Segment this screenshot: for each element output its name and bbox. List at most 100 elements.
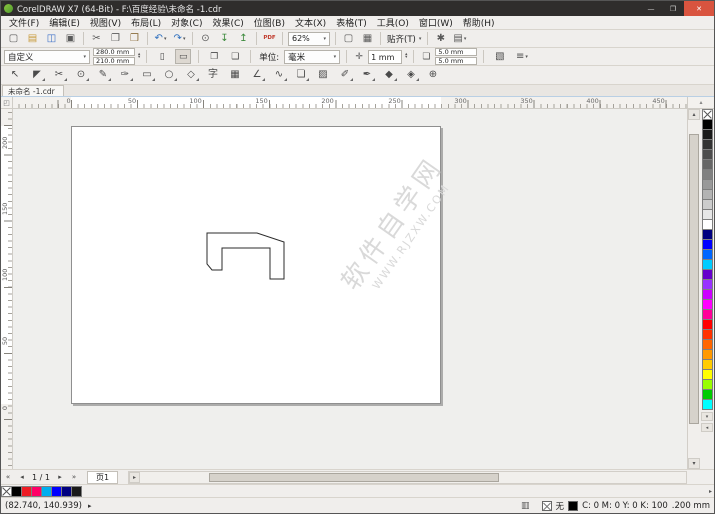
ruler-end-buttons[interactable]: ▴ [687, 97, 714, 108]
page-size-preset-select[interactable]: 自定义 ▾ [4, 50, 90, 64]
export-icon[interactable]: ↥ [235, 31, 252, 47]
horizontal-scroll-thumb[interactable] [209, 473, 499, 482]
menu-view[interactable]: 视图(V) [85, 16, 126, 29]
color-eyedropper-tool[interactable]: ✐ [335, 67, 355, 83]
color-swatch[interactable] [71, 486, 82, 497]
fullscreen-preview-icon[interactable]: ▢ [340, 31, 357, 47]
show-rulers-icon[interactable]: ▦ [359, 31, 376, 47]
drawn-shape[interactable] [13, 109, 687, 469]
menu-edit[interactable]: 编辑(E) [44, 16, 85, 29]
shape-tool[interactable]: ◤ [27, 67, 47, 83]
publish-pdf-icon[interactable]: PDF [261, 31, 278, 47]
ruler-origin-button[interactable]: ◰ [1, 97, 13, 108]
crop-tool[interactable]: ✂ [49, 67, 69, 83]
outline-color-chip[interactable] [568, 501, 578, 511]
polygon-tool[interactable]: ◇ [181, 67, 201, 83]
palette-scroll-down-button[interactable]: ▾ [701, 412, 713, 421]
text-tool[interactable]: 字 [203, 67, 223, 83]
last-page-button[interactable]: » [67, 471, 81, 484]
all-pages-button[interactable]: ❐ [206, 49, 222, 64]
copy-icon[interactable]: ❐ [107, 31, 124, 47]
duplicate-distance-x-field[interactable]: 5.0 mm [435, 48, 477, 56]
interactive-fill-tool[interactable]: ◈ [401, 67, 421, 83]
new-document-icon[interactable]: ▢ [5, 31, 22, 47]
landscape-button[interactable]: ▭ [175, 49, 191, 64]
table-tool[interactable]: ▦ [225, 67, 245, 83]
options-icon[interactable]: ✱ [432, 31, 449, 47]
object-info-icon[interactable]: ▸ [88, 502, 92, 510]
open-icon[interactable]: ▤ [24, 31, 41, 47]
vertical-ruler[interactable]: 200150100500 [1, 109, 13, 469]
freehand-tool[interactable]: ✎ [93, 67, 113, 83]
drop-shadow-tool[interactable]: ❏ [291, 67, 311, 83]
redo-icon[interactable]: ↷▾ [171, 31, 188, 47]
standard-toolbar: ▢▤◫▣✂❐❒↶▾↷▾⊙↧↥PDF62%▾▢▦贴齐(T)▾✱▤▾ [1, 30, 714, 48]
palette-flyout-button[interactable]: ◂ [701, 423, 713, 432]
page-size-stepper[interactable]: ▴ ▾ [138, 54, 140, 59]
snap-to-dropdown[interactable]: 贴齐(T)▾ [384, 31, 424, 46]
customize-toolbox-button[interactable]: ⊕ [423, 67, 443, 83]
rectangle-tool[interactable]: ▭ [137, 67, 157, 83]
color-swatch[interactable] [702, 109, 713, 120]
fill-tool[interactable]: ◆ [379, 67, 399, 83]
document-tab[interactable]: 未命名 -1.cdr [2, 85, 64, 96]
menu-file[interactable]: 文件(F) [4, 16, 44, 29]
dimension-tool[interactable]: ∠ [247, 67, 267, 83]
prev-page-button[interactable]: ◂ [15, 471, 29, 484]
transparency-tool[interactable]: ▨ [313, 67, 333, 83]
page-height-field[interactable]: 210.0 mm [93, 57, 135, 65]
menu-tools[interactable]: 工具(O) [372, 16, 414, 29]
color-proof-icon[interactable]: ▥ [521, 501, 530, 511]
paste-icon[interactable]: ❒ [126, 31, 143, 47]
print-icon[interactable]: ▣ [62, 31, 79, 47]
color-swatch[interactable] [1, 486, 12, 497]
treat-as-filled-icon[interactable]: ▧ [491, 49, 508, 65]
page-tab[interactable]: 页1 [87, 471, 118, 484]
menu-layout[interactable]: 布局(L) [126, 16, 166, 29]
current-page-button[interactable]: ❑ [227, 49, 243, 64]
menu-text[interactable]: 文本(X) [290, 16, 331, 29]
ellipse-tool[interactable]: ○ [159, 67, 179, 83]
units-select[interactable]: 毫米 ▾ [284, 50, 340, 64]
first-page-button[interactable]: « [1, 471, 15, 484]
nudge-stepper[interactable]: ▴ ▾ [405, 54, 407, 59]
vertical-scrollbar[interactable]: ▴ ▾ [687, 109, 700, 469]
document-palette-flyout-button[interactable]: ▸ [709, 488, 712, 495]
page-layout-options-icon[interactable]: ≡▾ [513, 49, 530, 65]
menu-bitmaps[interactable]: 位图(B) [249, 16, 290, 29]
menu-object[interactable]: 对象(C) [166, 16, 207, 29]
artistic-media-tool[interactable]: ✑ [115, 67, 135, 83]
fill-color-chip[interactable] [542, 501, 552, 511]
duplicate-distance-y-field[interactable]: 5.0 mm [435, 57, 477, 65]
scroll-down-button[interactable]: ▾ [688, 458, 700, 469]
close-button[interactable]: ✕ [684, 1, 714, 16]
vertical-scroll-thumb[interactable] [689, 134, 699, 424]
zoom-tool[interactable]: ⊙ [71, 67, 91, 83]
page-width-field[interactable]: 280.0 mm [93, 48, 135, 56]
undo-icon[interactable]: ↶▾ [152, 31, 169, 47]
zoom-level-select[interactable]: 62%▾ [288, 32, 330, 46]
color-swatch[interactable] [702, 399, 713, 410]
connector-tool[interactable]: ∿ [269, 67, 289, 83]
import-icon[interactable]: ↧ [216, 31, 233, 47]
outline-pen-tool[interactable]: ✒ [357, 67, 377, 83]
search-content-icon[interactable]: ⊙ [197, 31, 214, 47]
maximize-button[interactable]: ❐ [662, 1, 684, 16]
pick-tool[interactable]: ↖ [5, 67, 25, 83]
menu-table[interactable]: 表格(T) [331, 16, 372, 29]
nudge-offset-field[interactable]: 1 mm [368, 50, 402, 64]
horizontal-ruler[interactable]: 050100150200250300350400450 [13, 97, 687, 108]
save-icon[interactable]: ◫ [43, 31, 60, 47]
menu-window[interactable]: 窗口(W) [414, 16, 458, 29]
cut-icon[interactable]: ✂ [88, 31, 105, 47]
drawing-canvas[interactable]: 软件自学网 WWW.RJZXW.COM [13, 109, 687, 469]
portrait-button[interactable]: ▯ [154, 49, 170, 64]
menu-effects[interactable]: 效果(C) [207, 16, 248, 29]
application-launcher-icon[interactable]: ▤▾ [451, 31, 468, 47]
scroll-right-button[interactable]: ▸ [129, 472, 140, 483]
horizontal-scrollbar[interactable]: ◂ ▸ [128, 471, 687, 484]
next-page-button[interactable]: ▸ [53, 471, 67, 484]
menu-help[interactable]: 帮助(H) [458, 16, 500, 29]
scroll-up-button[interactable]: ▴ [688, 109, 700, 120]
minimize-button[interactable]: — [640, 1, 662, 16]
